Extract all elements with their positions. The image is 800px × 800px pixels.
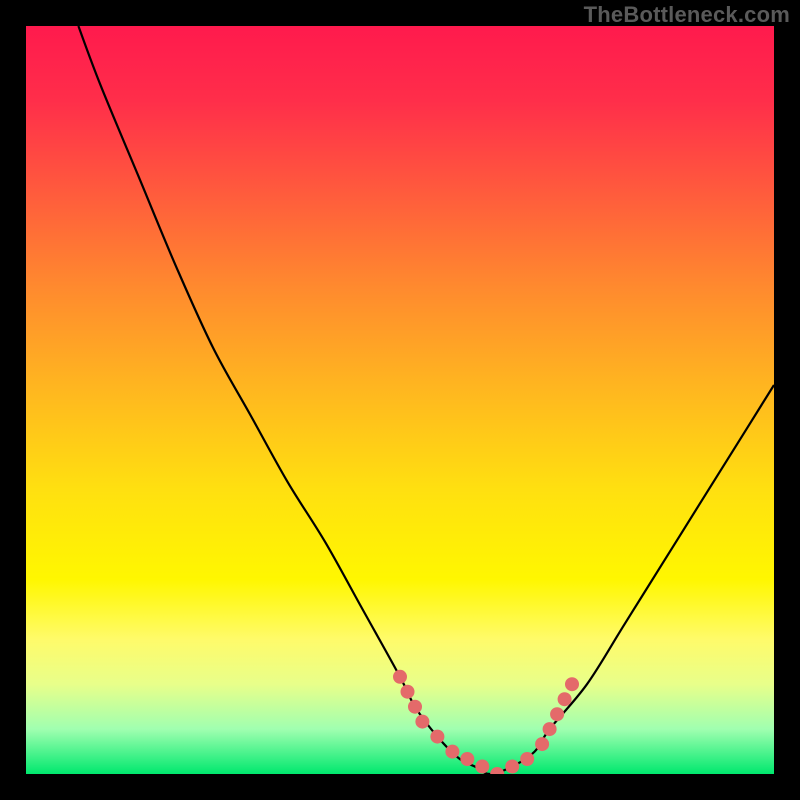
trough-marker [550, 707, 564, 721]
trough-markers-group [393, 670, 579, 774]
trough-marker [401, 685, 415, 699]
watermark-label: TheBottleneck.com [584, 2, 790, 28]
trough-marker [475, 760, 489, 774]
trough-marker [558, 692, 572, 706]
chart-container: TheBottleneck.com [0, 0, 800, 800]
trough-marker [415, 715, 429, 729]
trough-marker [393, 670, 407, 684]
trough-marker [430, 730, 444, 744]
trough-marker [460, 752, 474, 766]
trough-marker [505, 760, 519, 774]
trough-marker [565, 677, 579, 691]
trough-marker [408, 700, 422, 714]
bottleneck-curve-svg [26, 26, 774, 774]
trough-marker [445, 745, 459, 759]
bottleneck-curve [78, 26, 774, 774]
trough-marker [520, 752, 534, 766]
trough-marker [535, 737, 549, 751]
trough-marker [490, 767, 504, 774]
trough-marker [543, 722, 557, 736]
plot-area [26, 26, 774, 774]
